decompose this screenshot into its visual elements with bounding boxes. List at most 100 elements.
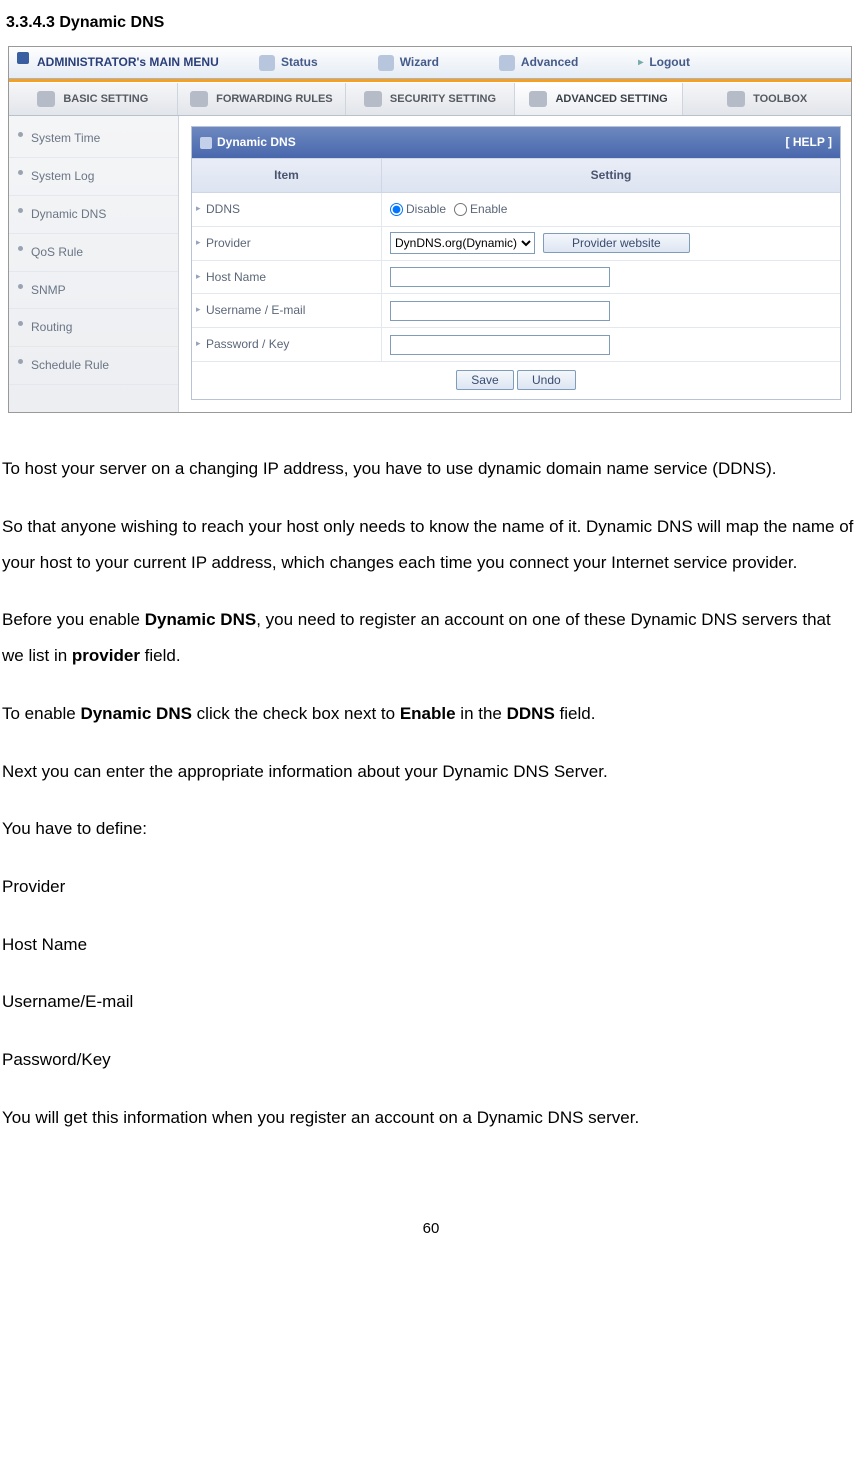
label-password: Password / Key: [192, 328, 382, 361]
page-number: 60: [0, 1215, 862, 1244]
col-item: Item: [192, 159, 382, 192]
basic-icon: [37, 91, 55, 107]
content-panel-wrap: Dynamic DNS [ HELP ] Item Setting DDNS D…: [179, 116, 851, 412]
nav-label: Logout: [649, 51, 690, 74]
list-username: Username/E-mail: [2, 984, 856, 1020]
tab-label: SECURITY SETTING: [390, 89, 496, 110]
text: click the check box next to: [192, 704, 400, 723]
radio-enable-wrap[interactable]: Enable: [454, 198, 507, 221]
document-body: To host your server on a changing IP add…: [0, 413, 862, 1135]
para-before-enable: Before you enable Dynamic DNS, you need …: [2, 602, 856, 673]
tab-basic-setting[interactable]: BASIC SETTING: [9, 83, 178, 115]
nav-label: Wizard: [400, 51, 439, 74]
para-get-info: You will get this information when you r…: [2, 1100, 856, 1136]
security-icon: [364, 91, 382, 107]
tab-label: TOOLBOX: [753, 89, 807, 110]
text: To enable: [2, 704, 80, 723]
bold-dynamic-dns: Dynamic DNS: [80, 704, 191, 723]
radio-enable-label: Enable: [470, 198, 507, 221]
label-ddns: DDNS: [192, 193, 382, 226]
tab-bar: BASIC SETTING FORWARDING RULES SECURITY …: [9, 83, 851, 116]
column-headers: Item Setting: [192, 158, 840, 193]
top-nav-items: Status Wizard Advanced ▸ Logout: [259, 51, 690, 74]
advanced-tab-icon: [529, 91, 547, 107]
value-password: [382, 331, 840, 359]
para-to-enable: To enable Dynamic DNS click the check bo…: [2, 696, 856, 732]
advanced-icon: [499, 55, 515, 71]
main-area: System Time System Log Dynamic DNS QoS R…: [9, 116, 851, 412]
row-password: Password / Key: [192, 328, 840, 362]
router-admin-screenshot: ADMINISTRATOR's MAIN MENU Status Wizard …: [8, 46, 852, 413]
label-provider: Provider: [192, 227, 382, 260]
help-link[interactable]: [ HELP ]: [786, 131, 832, 154]
nav-wizard[interactable]: Wizard: [378, 51, 439, 74]
radio-enable[interactable]: [454, 203, 467, 216]
text: field.: [555, 704, 596, 723]
bold-enable: Enable: [400, 704, 456, 723]
sidebar-item-system-log[interactable]: System Log: [9, 158, 178, 196]
provider-website-button[interactable]: Provider website: [543, 233, 690, 253]
sidebar-item-snmp[interactable]: SNMP: [9, 272, 178, 310]
list-password: Password/Key: [2, 1042, 856, 1078]
tab-forwarding-rules[interactable]: FORWARDING RULES: [178, 83, 347, 115]
nav-label: Advanced: [521, 51, 578, 74]
label-hostname: Host Name: [192, 261, 382, 294]
panel-title: Dynamic DNS: [217, 135, 296, 149]
status-icon: [259, 55, 275, 71]
dynamic-dns-panel: Dynamic DNS [ HELP ] Item Setting DDNS D…: [191, 126, 841, 399]
panel-icon: [200, 137, 212, 149]
top-nav-bar: ADMINISTRATOR's MAIN MENU Status Wizard …: [9, 47, 851, 79]
sidebar-item-system-time[interactable]: System Time: [9, 120, 178, 158]
tab-toolbox[interactable]: TOOLBOX: [683, 83, 851, 115]
radio-disable-label: Disable: [406, 198, 446, 221]
sidebar-item-dynamic-dns[interactable]: Dynamic DNS: [9, 196, 178, 234]
sidebar-item-routing[interactable]: Routing: [9, 309, 178, 347]
sidebar-item-schedule-rule[interactable]: Schedule Rule: [9, 347, 178, 385]
tab-label: FORWARDING RULES: [216, 89, 333, 110]
admin-menu-label: ADMINISTRATOR's MAIN MENU: [9, 51, 259, 74]
radio-disable[interactable]: [390, 203, 403, 216]
row-provider: Provider DynDNS.org(Dynamic) Provider we…: [192, 227, 840, 261]
username-input[interactable]: [390, 301, 610, 321]
arrow-icon: ▸: [638, 53, 643, 72]
nav-label: Status: [281, 51, 318, 74]
label-username: Username / E-mail: [192, 294, 382, 327]
hostname-input[interactable]: [390, 267, 610, 287]
value-hostname: [382, 263, 840, 291]
provider-select[interactable]: DynDNS.org(Dynamic): [390, 232, 535, 254]
value-username: [382, 297, 840, 325]
text: in the: [456, 704, 507, 723]
para-intro-2: So that anyone wishing to reach your hos…: [2, 509, 856, 580]
row-hostname: Host Name: [192, 261, 840, 295]
value-ddns: Disable Enable: [382, 194, 840, 225]
undo-button[interactable]: Undo: [517, 370, 576, 390]
wizard-icon: [378, 55, 394, 71]
sidebar-item-qos-rule[interactable]: QoS Rule: [9, 234, 178, 272]
action-row: Save Undo: [192, 362, 840, 399]
row-ddns: DDNS Disable Enable: [192, 193, 840, 227]
nav-logout[interactable]: ▸ Logout: [638, 51, 690, 74]
tab-advanced-setting[interactable]: ADVANCED SETTING: [515, 83, 684, 115]
sidebar: System Time System Log Dynamic DNS QoS R…: [9, 116, 179, 412]
row-username: Username / E-mail: [192, 294, 840, 328]
para-intro-1: To host your server on a changing IP add…: [2, 451, 856, 487]
col-setting: Setting: [382, 159, 840, 192]
nav-status[interactable]: Status: [259, 51, 318, 74]
save-button[interactable]: Save: [456, 370, 513, 390]
nav-advanced[interactable]: Advanced: [499, 51, 578, 74]
para-next-enter: Next you can enter the appropriate infor…: [2, 754, 856, 790]
tab-label: BASIC SETTING: [63, 89, 148, 110]
password-input[interactable]: [390, 335, 610, 355]
bold-ddns: DDNS: [507, 704, 555, 723]
section-heading: 3.3.4.3 Dynamic DNS: [6, 8, 862, 38]
radio-disable-wrap[interactable]: Disable: [390, 198, 446, 221]
bold-dynamic-dns: Dynamic DNS: [145, 610, 256, 629]
tab-label: ADVANCED SETTING: [555, 89, 667, 110]
para-define: You have to define:: [2, 811, 856, 847]
panel-header: Dynamic DNS [ HELP ]: [192, 127, 840, 158]
value-provider: DynDNS.org(Dynamic) Provider website: [382, 228, 840, 258]
tab-security-setting[interactable]: SECURITY SETTING: [346, 83, 515, 115]
forwarding-icon: [190, 91, 208, 107]
list-hostname: Host Name: [2, 927, 856, 963]
text: Before you enable: [2, 610, 145, 629]
